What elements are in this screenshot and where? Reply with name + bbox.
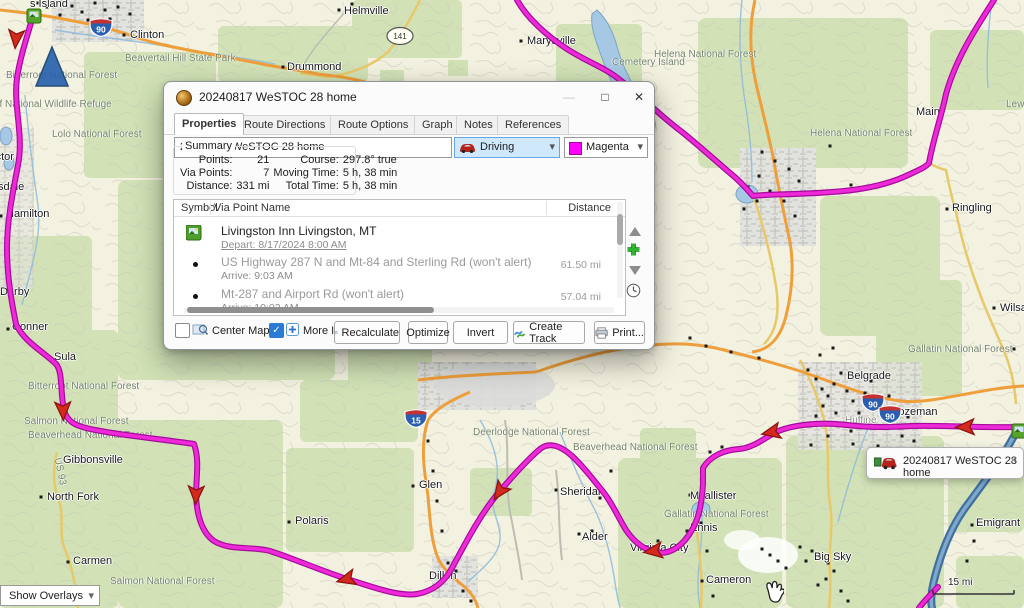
arrive-time: Arrive: 9:03 AM: [221, 270, 293, 282]
clock-icon: [626, 283, 641, 298]
summary-value: 21: [234, 154, 271, 167]
route-properties-dialog[interactable]: 20240817 WeSTOC 28 home — □ ✕ Properties…: [163, 81, 655, 350]
invert-button[interactable]: Invert: [453, 321, 508, 344]
print-button[interactable]: Print...: [594, 321, 645, 344]
summary-title: Summary: [182, 140, 235, 152]
dialog-tabs: Properties Route Directions Route Option…: [164, 113, 654, 135]
via-point-name: US Highway 287 N and Mt-84 and Sterling …: [221, 255, 531, 269]
printer-icon: [595, 327, 608, 339]
list-header: Symbol Via Point Name Distance: [174, 200, 625, 217]
chevron-down-icon: ▾: [88, 586, 94, 607]
minimize-button[interactable]: —: [558, 88, 580, 106]
summary-label: Moving Time:: [271, 167, 340, 180]
position-triangle-marker[interactable]: [36, 47, 68, 86]
via-point-list[interactable]: Symbol Via Point Name Distance Livingsto…: [173, 199, 626, 316]
scale-bar: [933, 590, 1014, 594]
col-symbol: Symbol: [181, 202, 218, 214]
close-button[interactable]: ✕: [628, 88, 650, 106]
svg-text:141: 141: [393, 32, 407, 41]
close-icon[interactable]: ✕: [1009, 455, 1017, 466]
recalculate-label: Recalculate: [342, 327, 399, 339]
summary-value: 5 h, 38 min: [341, 180, 399, 193]
tab-route-directions[interactable]: Route Directions: [236, 115, 333, 134]
col-distance: Distance: [551, 202, 611, 214]
tab-notes[interactable]: Notes: [456, 115, 501, 134]
activity-dropdown[interactable]: Driving ▾: [454, 137, 560, 158]
svg-text:90: 90: [885, 412, 895, 422]
tab-references[interactable]: References: [497, 115, 569, 134]
activity-value: Driving: [480, 138, 514, 157]
leg-distance: 61.50 mi: [541, 259, 601, 271]
summary-value: 297.8° true: [341, 154, 399, 167]
recalculate-button[interactable]: Recalculate: [334, 321, 400, 344]
car-trailer-icon: [874, 455, 898, 470]
summary-label: Via Points:: [178, 167, 234, 180]
col-name: Via Point Name: [214, 202, 290, 214]
depart-time-link[interactable]: Depart: 8/17/2024 8:00 AM: [221, 239, 347, 251]
route-map-tooltip[interactable]: 20240817 WeSTOC 28 home ✕: [866, 447, 1024, 479]
calculator-icon: [335, 326, 338, 339]
center-map-checkbox[interactable]: [175, 323, 190, 338]
bullet-dot-icon: [193, 262, 198, 267]
center-map-icon: [192, 323, 209, 337]
maximize-button[interactable]: □: [594, 88, 616, 106]
via-point-name: Mt-287 and Airport Rd (won't alert): [221, 287, 404, 301]
color-value: Magenta: [586, 138, 629, 157]
car-icon: [459, 142, 476, 153]
map-canvas[interactable]: Clinton Drummond Helmville Marysville Ri…: [0, 0, 1024, 608]
svg-text:15: 15: [411, 416, 421, 426]
chevron-down-icon: ▾: [637, 138, 643, 157]
scale-label: 15 mi: [948, 577, 1024, 588]
dialog-title: 20240817 WeSTOC 28 home: [199, 90, 357, 104]
summary-value: 5 h, 38 min: [341, 167, 399, 180]
more-info-icon: [286, 323, 299, 336]
summary-value: 7: [234, 167, 271, 180]
invert-label: Invert: [467, 327, 495, 339]
tab-route-options[interactable]: Route Options: [330, 115, 416, 134]
color-swatch: [569, 142, 582, 155]
show-overlays-dropdown[interactable]: Show Overlays ▾: [0, 585, 100, 606]
summary-label: Total Time:: [271, 180, 340, 193]
print-label: Print...: [612, 327, 644, 339]
optimize-button[interactable]: Optimize: [408, 321, 448, 344]
optimize-label: Optimize: [406, 327, 449, 339]
summary-value: 331 mi: [234, 180, 271, 193]
add-waypoint-button[interactable]: [626, 242, 644, 258]
svg-text:90: 90: [868, 400, 878, 410]
summary-label: Points:: [178, 154, 234, 167]
summary-label: Course:: [271, 154, 340, 167]
route-app-icon: [176, 90, 192, 106]
summary-group: Summary Points: 21 Course: 297.8° true V…: [173, 146, 356, 195]
hand-cursor: [762, 579, 784, 604]
waypoint-flag-icon: [186, 225, 202, 241]
horizontal-scrollbar[interactable]: [184, 307, 614, 313]
via-point-name: Livingston Inn Livingston, MT: [221, 224, 376, 238]
header-divider: [210, 201, 211, 215]
svg-text:90: 90: [96, 25, 106, 35]
track-icon: [514, 327, 525, 339]
vertical-scrollbar[interactable]: [617, 202, 623, 298]
move-up-button[interactable]: [626, 224, 644, 240]
move-down-button[interactable]: [626, 263, 644, 279]
leg-distance: 57.04 mi: [541, 291, 601, 303]
more-info-checkbox[interactable]: ✓: [269, 323, 284, 338]
summary-table: Points: 21 Course: 297.8° true Via Point…: [178, 154, 399, 193]
dialog-titlebar[interactable]: 20240817 WeSTOC 28 home — □ ✕: [164, 82, 654, 112]
create-track-label: Create Track: [529, 321, 584, 345]
tab-graph[interactable]: Graph: [414, 115, 461, 134]
center-map-label: Center Map: [212, 325, 269, 337]
summary-label: Distance:: [178, 180, 234, 193]
tab-properties[interactable]: Properties: [174, 113, 244, 135]
plus-icon: [626, 242, 641, 257]
recent-times-button[interactable]: [626, 283, 644, 299]
route-tooltip-label: 20240817 WeSTOC 28 home: [903, 455, 1023, 479]
show-overlays-label: Show Overlays: [9, 590, 83, 602]
create-track-button[interactable]: Create Track: [513, 321, 585, 344]
color-dropdown[interactable]: Magenta ▾: [564, 137, 648, 158]
header-divider: [546, 201, 547, 215]
chevron-down-icon: ▾: [549, 138, 555, 157]
bullet-dot-icon: [193, 294, 198, 299]
